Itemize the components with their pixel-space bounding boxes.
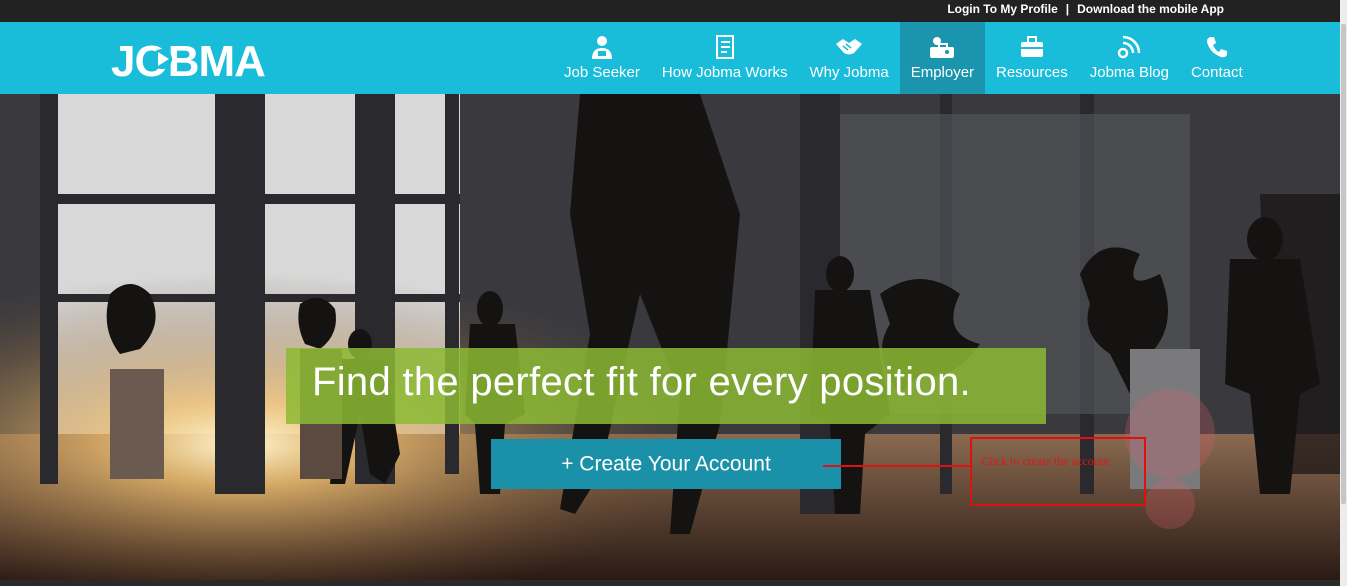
top-bar: Login To My Profile | Download the mobile … (0, 0, 1340, 22)
annotation-pointer-line (823, 465, 971, 467)
top-links: Login To My Profile | Download the mobile … (947, 2, 1224, 16)
bottom-strip (0, 580, 1340, 586)
download-app-link[interactable]: Download the mobile App (1077, 2, 1224, 16)
nav-item-employer[interactable]: Employer (899, 22, 986, 102)
nav-item-job-seeker[interactable]: Job Seeker (553, 22, 651, 94)
nav-item-contact[interactable]: Contact (1180, 22, 1254, 94)
create-account-button[interactable]: + Create Your Account (491, 439, 841, 489)
employer-icon (930, 37, 955, 58)
rss-icon (1118, 35, 1141, 59)
logo-text: JOBMA (111, 37, 265, 80)
nav-label: Why Jobma (809, 64, 889, 81)
nav-label: How Jobma Works (661, 64, 788, 81)
nav-item-why-jobma[interactable]: Why Jobma (798, 22, 899, 94)
top-links-separator: | (1065, 2, 1070, 16)
nav-label: Resources (996, 64, 1068, 81)
nav-label: Contact (1190, 64, 1243, 81)
nav-label: Job Seeker (564, 64, 640, 81)
hero-section: Find the perfect fit for every position.… (0, 94, 1340, 580)
document-icon (715, 35, 734, 59)
nav-item-jobma-blog[interactable]: Jobma Blog (1079, 22, 1180, 94)
jobma-logo[interactable]: JOBMA (111, 36, 275, 80)
phone-icon (1206, 37, 1227, 58)
job-seeker-icon (591, 36, 612, 59)
hero-background-image (0, 94, 1340, 580)
hero-headline: Find the perfect fit for every position. (312, 360, 971, 404)
main-navbar: JOBMA Job Seeker How Jobma Works Why Job… (0, 22, 1340, 102)
nav-item-resources[interactable]: Resources (985, 22, 1079, 94)
handshake-icon (836, 39, 863, 55)
annotation-text: Click to create the account (981, 454, 1109, 468)
nav-item-how-jobma-works[interactable]: How Jobma Works (651, 22, 799, 94)
nav-label: Jobma Blog (1089, 64, 1169, 81)
annotation-box (970, 437, 1146, 506)
scrollbar-thumb[interactable] (1341, 24, 1346, 504)
headline-banner: Find the perfect fit for every position. (286, 348, 1046, 424)
briefcase-icon (1020, 36, 1043, 57)
login-link[interactable]: Login To My Profile (947, 2, 1057, 16)
nav-menu: Job Seeker How Jobma Works Why Jobma Emp… (553, 22, 1254, 102)
create-account-label: + Create Your Account (561, 452, 771, 476)
nav-label: Employer (910, 64, 975, 81)
